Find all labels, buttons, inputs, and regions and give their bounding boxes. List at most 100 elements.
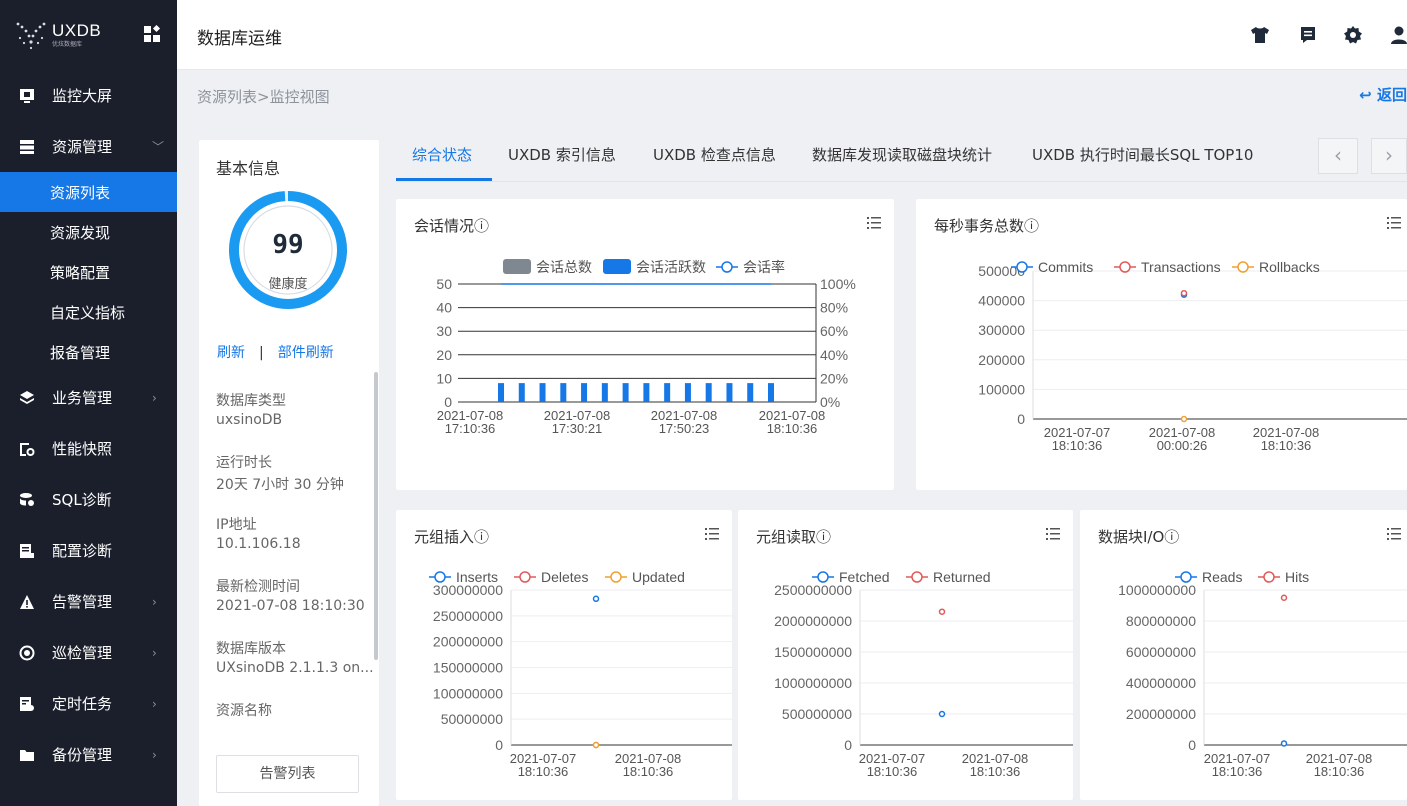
sidebar-item-config[interactable]: 配置诊断: [0, 525, 177, 576]
field-value-ip: 10.1.106.18: [216, 536, 301, 552]
y-tick-label: 1000000000: [774, 675, 852, 691]
bar: [705, 383, 712, 402]
tps-chart: 01000002000003000004000005000002021-07-0…: [978, 259, 1407, 453]
legend-marker: [1237, 261, 1249, 273]
tab-checkpoint-info[interactable]: UXDB 检查点信息: [653, 144, 776, 165]
legend-label: Fetched: [839, 569, 890, 585]
legend-label: 会话活跃数: [636, 259, 706, 275]
data-point: [592, 741, 600, 749]
legend-swatch: [503, 259, 531, 274]
legend-label: Updated: [632, 569, 685, 585]
legend-marker: [1119, 261, 1131, 273]
y-tick-label: 0: [844, 737, 852, 753]
legend-label: Returned: [933, 569, 991, 585]
gear-icon[interactable]: [1343, 25, 1363, 45]
page-title: 数据库运维: [197, 29, 282, 49]
sidebar-item-label: 业务管理: [52, 389, 113, 407]
y-tick-label: 500000000: [782, 706, 852, 722]
bar: [539, 383, 546, 402]
sidebar-item-timer[interactable]: 定时任务 ›: [0, 678, 177, 729]
field-label-check-time: 最新检测时间: [216, 579, 300, 595]
refresh-link[interactable]: 刷新: [217, 345, 245, 361]
x-tick-label: 18:10:36: [1052, 438, 1103, 453]
sidebar-subitem-resource-discovery[interactable]: 资源发现: [0, 212, 177, 252]
x-tick-label: 17:50:23: [659, 421, 710, 436]
x-tick-label: 18:10:36: [518, 764, 569, 779]
sidebar-subitem-report[interactable]: 报备管理: [0, 332, 177, 372]
bar: [684, 383, 691, 402]
sidebar-subitem-policy[interactable]: 策略配置: [0, 252, 177, 292]
sidebar-item-business[interactable]: 业务管理 ›: [0, 372, 177, 423]
tab-index-info[interactable]: UXDB 索引信息: [508, 144, 616, 165]
shirt-icon[interactable]: [1250, 25, 1270, 45]
y-tick-label: 250000000: [433, 608, 503, 624]
inspect-icon: [18, 644, 36, 662]
layers-icon: [18, 389, 36, 407]
sidebar-item-snapshot[interactable]: 性能快照: [0, 423, 177, 474]
y-tick-label: 50: [436, 276, 452, 292]
field-label-resource-name: 资源名称: [216, 703, 272, 719]
legend-marker: [911, 571, 923, 583]
tab-prev-button[interactable]: ‹: [1318, 138, 1358, 174]
alarm-list-button[interactable]: 告警列表: [216, 755, 359, 793]
tab-top-sql[interactable]: UXDB 执行时间最长SQL TOP10: [1032, 144, 1253, 165]
user-icon[interactable]: [1389, 25, 1407, 45]
chevron-right-icon: ›: [152, 747, 157, 762]
monitor-icon: [18, 87, 36, 105]
field-label-version: 数据库版本: [216, 641, 286, 657]
logo-icon: [16, 22, 46, 50]
chevron-right-icon: ›: [1385, 143, 1393, 167]
logo-subtext: 优炫数据库: [52, 41, 83, 48]
y-tick-label: 0: [1017, 411, 1025, 427]
panel-sessions: 会话情况ⓘ 0 0% 10 20% 20 40% 30 60% 40 80% 50 100% 会话总数会…: [396, 199, 894, 490]
y-tick-label: 200000000: [433, 634, 503, 650]
sidebar-item-backup[interactable]: 备份管理 ›: [0, 729, 177, 780]
panel-tuple-insert: 元组插入ⓘ 0 50000000 100000000 150000000 2000000…: [396, 510, 732, 800]
sidebar-item-label: 告警管理: [52, 593, 113, 611]
health-label: 健康度: [268, 277, 308, 292]
sidebar-subitem-resource-list[interactable]: 资源列表: [0, 172, 177, 212]
y-tick-label: 1000000000: [1118, 582, 1196, 598]
sidebar-item-monitor[interactable]: 监控大屏: [0, 70, 177, 121]
tuple-insert-chart: 0 50000000 100000000 150000000 200000000 2500…: [429, 569, 732, 779]
x-tick-label: 18:10:36: [623, 764, 674, 779]
legend-marker: [610, 571, 622, 583]
database-icon: [18, 491, 36, 509]
app-grid-icon[interactable]: [143, 25, 161, 43]
info-scrollbar[interactable]: [374, 372, 378, 660]
sidebar-item-alarm[interactable]: 告警管理 ›: [0, 576, 177, 627]
sidebar-item-inspection[interactable]: 巡检管理 ›: [0, 627, 177, 678]
sessions-chart: 0 0%10 20%20 40%30 60%40 80%50 100%会话总数 会话活跃数 会话…: [436, 259, 856, 436]
logo-text: UXDB: [52, 21, 102, 40]
x-tick-label: 17:10:36: [445, 421, 496, 436]
sidebar-item-resource[interactable]: 资源管理 ﹀: [0, 121, 177, 172]
legend-marker: [1016, 261, 1028, 273]
y-tick-label: 600000000: [1126, 644, 1196, 660]
sidebar-subitem-custom-metric[interactable]: 自定义指标: [0, 292, 177, 332]
y-tick-label: 0: [1188, 737, 1196, 753]
legend-label: 会话率: [743, 259, 785, 275]
tab-overview[interactable]: 综合状态: [412, 144, 472, 165]
field-value-uptime: 20天 7小时 30 分钟: [216, 477, 344, 493]
bar: [664, 383, 671, 402]
bar: [518, 383, 525, 402]
legend-marker: [519, 571, 531, 583]
sidebar-item-sql[interactable]: SQL诊断: [0, 474, 177, 525]
chevron-right-icon: ›: [152, 696, 157, 711]
legend-marker: [434, 571, 446, 583]
logo: UXDB 优炫数据库: [0, 0, 177, 70]
part-refresh-link[interactable]: 部件刷新: [278, 345, 334, 361]
chevron-right-icon: ›: [152, 594, 157, 609]
tab-disk-block-stats[interactable]: 数据库发现读取磁盘块统计: [812, 144, 992, 165]
y2-tick-label: 40%: [820, 347, 848, 363]
sidebar-item-label: 定时任务: [52, 695, 113, 713]
tab-next-button[interactable]: ›: [1371, 138, 1407, 174]
message-icon[interactable]: [1298, 25, 1318, 45]
back-button[interactable]: ↩ 返回: [1359, 84, 1407, 105]
x-tick-label: 18:10:36: [867, 764, 918, 779]
sidebar-item-label: SQL诊断: [52, 491, 112, 509]
chevron-down-icon: ﹀: [152, 140, 165, 154]
x-tick-label: 18:10:36: [970, 764, 1021, 779]
legend-marker: [721, 261, 733, 273]
legend-label: Hits: [1285, 569, 1309, 585]
